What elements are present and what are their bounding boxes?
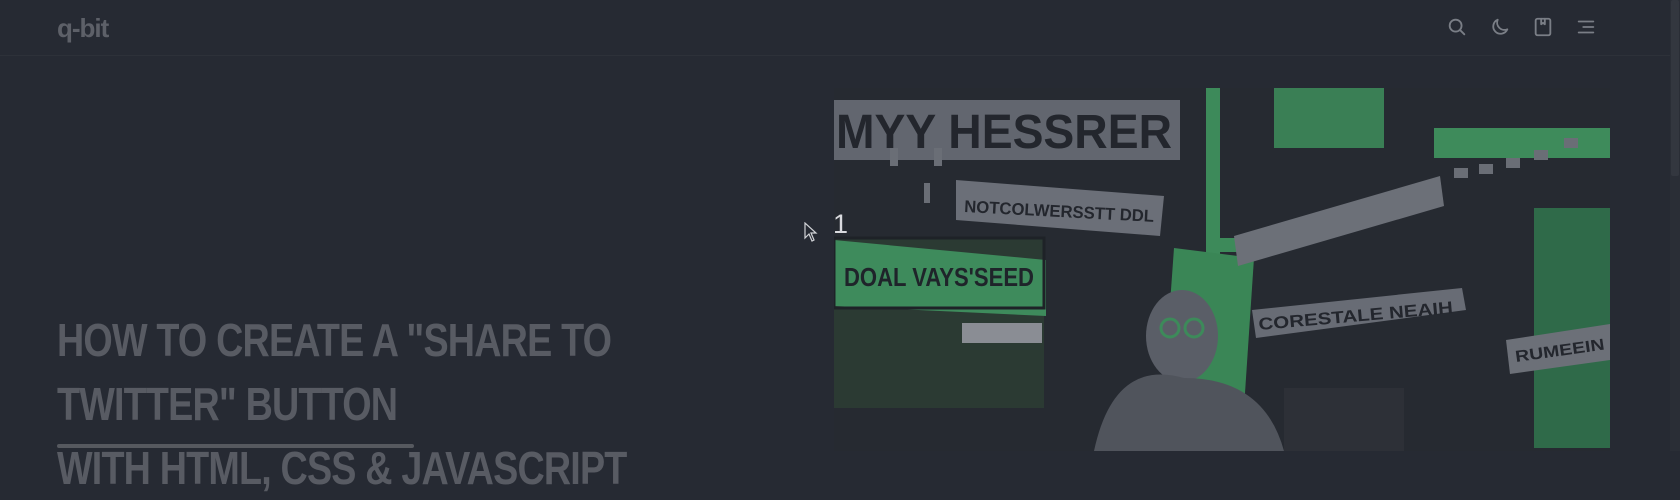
site-logo[interactable]: q-bit (57, 13, 109, 44)
nav-icon-group (1445, 15, 1598, 39)
menu-icon[interactable] (1574, 15, 1598, 39)
bookmark-icon[interactable] (1531, 15, 1555, 39)
post-title[interactable]: HOW TO CREATE A "SHARE TO TWITTER" BUTTO… (57, 308, 779, 500)
hero-sign-1: MYY HESSRER (836, 106, 1172, 159)
mouse-cursor-icon (804, 221, 818, 242)
moon-icon[interactable] (1488, 15, 1512, 39)
page-scrollbar[interactable] (1670, 0, 1680, 451)
search-icon[interactable] (1445, 15, 1469, 39)
hero-image: MYY HESSRER NOTCOLWERSSTT DDL DOAL VAYS'… (834, 88, 1610, 451)
slide-counter: 1 (833, 209, 849, 239)
title-underline (57, 444, 414, 448)
scrollbar-thumb[interactable] (1671, 0, 1679, 176)
hero-illustration: MYY HESSRER NOTCOLWERSSTT DDL DOAL VAYS'… (834, 88, 1610, 451)
top-navbar: q-bit (0, 0, 1670, 56)
hero-sign-3: DOAL VAYS'SEED (844, 262, 1034, 292)
